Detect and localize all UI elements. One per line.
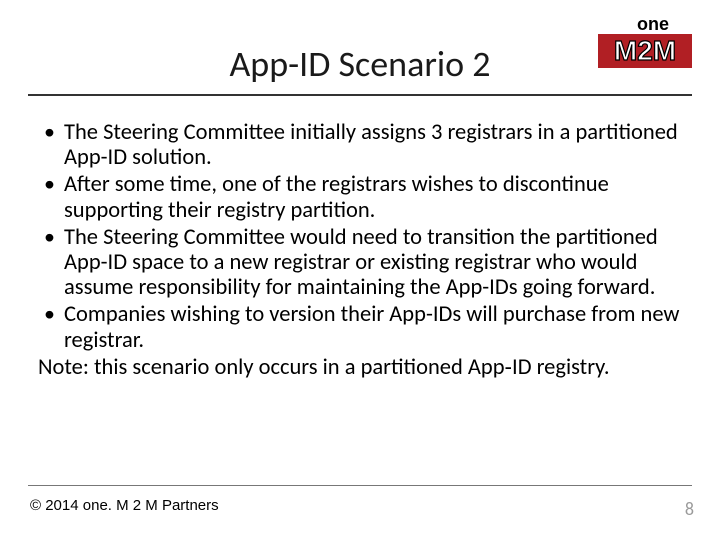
body-content: The Steering Committee initially assigns…	[38, 120, 684, 380]
bullet-list: The Steering Committee initially assigns…	[38, 120, 684, 353]
list-item: The Steering Committee initially assigns…	[38, 120, 684, 170]
note-text: Note: this scenario only occurs in a par…	[38, 355, 684, 380]
bullet-text: Companies wishing to version their App-I…	[64, 301, 680, 353]
title-underline	[28, 94, 692, 96]
copyright-text: © 2014 one. M 2 M Partners	[30, 497, 219, 514]
logo-top-text: one	[637, 14, 669, 34]
bullet-text: After some time, one of the registrars w…	[64, 171, 609, 223]
slide: one M2M M2M App-ID Scenario 2 The Steeri…	[0, 0, 720, 540]
page-number: 8	[685, 498, 694, 520]
footer-rule	[28, 485, 692, 486]
bullet-text: The Steering Committee would need to tra…	[64, 224, 658, 301]
slide-title: App-ID Scenario 2	[229, 42, 490, 86]
list-item: After some time, one of the registrars w…	[38, 172, 684, 222]
list-item: The Steering Committee would need to tra…	[38, 225, 684, 301]
title-container: App-ID Scenario 2	[0, 42, 720, 86]
list-item: Companies wishing to version their App-I…	[38, 302, 684, 352]
bullet-text: The Steering Committee initially assigns…	[64, 119, 678, 171]
